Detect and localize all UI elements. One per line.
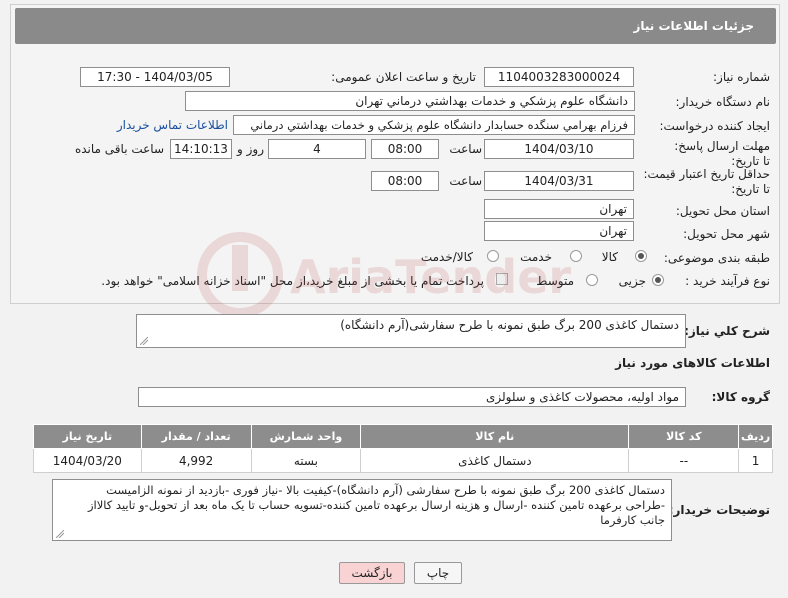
- cell-date: 1404/03/20: [33, 448, 142, 473]
- print-button[interactable]: چاپ: [414, 562, 462, 584]
- col-header-quantity: تعداد / مقدار: [140, 424, 252, 449]
- goods-group-label: گروه کالا:: [711, 390, 770, 404]
- remaining-time-field: 14:10:13: [170, 139, 232, 159]
- deadline-date-field: 1404/03/10: [484, 139, 634, 159]
- deadline-time-label: ساعت: [449, 142, 482, 156]
- province-field: تهران: [484, 199, 634, 219]
- buyer-org-field: دانشگاه علوم پزشكي و خدمات بهداشتي درمان…: [185, 91, 635, 111]
- payment-note: پرداخت تمام یا بخشی از مبلغ خرید،از محل …: [101, 274, 484, 288]
- resize-handle-icon[interactable]: [56, 530, 64, 538]
- province-label: استان محل تحویل:: [675, 204, 770, 218]
- buyer-notes-label: توضیحات خریدار:: [668, 503, 770, 517]
- process-radio-medium[interactable]: [586, 274, 598, 286]
- days-field: 4: [268, 139, 366, 159]
- goods-table: ردیف کد کالا نام کالا واحد شمارش تعداد /…: [33, 424, 773, 473]
- days-label: روز و: [237, 142, 264, 156]
- treasury-checkbox[interactable]: [496, 273, 508, 285]
- cell-unit: بسته: [250, 448, 362, 473]
- col-header-code: کد کالا: [628, 424, 740, 449]
- category-label: طبقه بندی موضوعی:: [663, 251, 770, 265]
- announce-field: 1404/03/05 - 17:30: [80, 67, 230, 87]
- col-header-row-number: ردیف: [738, 424, 773, 449]
- process-option-minor: جزیی: [618, 274, 646, 288]
- goods-group-field: مواد اولیه، محصولات کاغذی و سلولزی: [138, 387, 686, 407]
- category-radio-goods[interactable]: [635, 250, 647, 262]
- price-validity-date-field: 1404/03/31: [484, 171, 634, 191]
- buyer-org-label: نام دستگاه خریدار:: [675, 95, 771, 109]
- category-option-service: خدمت: [520, 250, 552, 264]
- deadline-label: مهلت ارسال پاسخ: تا تاریخ:: [674, 139, 770, 168]
- price-validity-label: حداقل تاریخ اعتبار قیمت: تا تاریخ:: [643, 167, 770, 196]
- process-label: نوع فرآیند خرید :: [685, 274, 770, 288]
- goods-section-title: اطلاعات کالاهای مورد نیاز: [615, 356, 770, 370]
- cell-quantity: 4,992: [140, 448, 252, 473]
- category-radio-service[interactable]: [570, 250, 582, 262]
- city-label: شهر محل تحویل:: [683, 227, 770, 241]
- remaining-label: ساعت باقی مانده: [74, 142, 164, 156]
- buyer-notes-line: -طراحی برعهده تامین کننده -ارسال و هزینه…: [87, 498, 665, 512]
- table-row[interactable]: 1 -- دستمال کاغذی بسته 4,992 1404/03/20: [33, 448, 773, 473]
- col-header-unit: واحد شمارش: [250, 424, 362, 449]
- col-header-date: تاریخ نیاز: [33, 424, 142, 449]
- cell-code: --: [628, 448, 740, 473]
- page-title: جزئیات اطلاعات نیاز: [15, 8, 776, 44]
- deadline-time-field: 08:00: [371, 139, 439, 159]
- summary-field: دستمال کاغذی 200 برگ طبق نمونه با طرح سف…: [136, 314, 686, 348]
- category-radio-goods-service[interactable]: [487, 250, 499, 262]
- category-option-goods: کالا: [601, 250, 618, 264]
- buyer-notes-field: دستمال کاغذی 200 برگ طبق نمونه با طرح سف…: [52, 479, 672, 541]
- buyer-notes-line: جانب کارفرما: [600, 513, 665, 527]
- requester-label: ایجاد کننده درخواست:: [659, 119, 770, 133]
- resize-handle-icon[interactable]: [140, 337, 148, 345]
- summary-text: دستمال کاغذی 200 برگ طبق نمونه با طرح سف…: [340, 318, 679, 332]
- cell-row-number: 1: [738, 448, 773, 473]
- back-button[interactable]: بازگشت: [339, 562, 405, 584]
- buyer-contact-link[interactable]: اطلاعات تماس خریدار: [117, 118, 228, 132]
- city-field: تهران: [484, 221, 634, 241]
- need-number-label: شماره نیاز:: [713, 70, 770, 84]
- summary-label: شرح كلي نياز:: [684, 324, 770, 338]
- category-option-goods-service: کالا/خدمت: [420, 250, 473, 264]
- requester-field: فرزام بهرامي سنگده حسابدار دانشگاه علوم …: [233, 115, 635, 135]
- buyer-notes-line: دستمال کاغذی 200 برگ طبق نمونه با طرح سف…: [106, 483, 665, 497]
- price-validity-time-label: ساعت: [449, 174, 482, 188]
- announce-label: تاریخ و ساعت اعلان عمومی:: [331, 70, 476, 84]
- price-validity-time-field: 08:00: [371, 171, 439, 191]
- process-radio-minor[interactable]: [652, 274, 664, 286]
- need-number-field: 1104003283000024: [484, 67, 634, 87]
- col-header-name: نام کالا: [360, 424, 630, 449]
- table-header-row: ردیف کد کالا نام کالا واحد شمارش تعداد /…: [33, 424, 773, 449]
- cell-name: دستمال کاغذی: [360, 448, 630, 473]
- process-option-medium: متوسط: [536, 274, 574, 288]
